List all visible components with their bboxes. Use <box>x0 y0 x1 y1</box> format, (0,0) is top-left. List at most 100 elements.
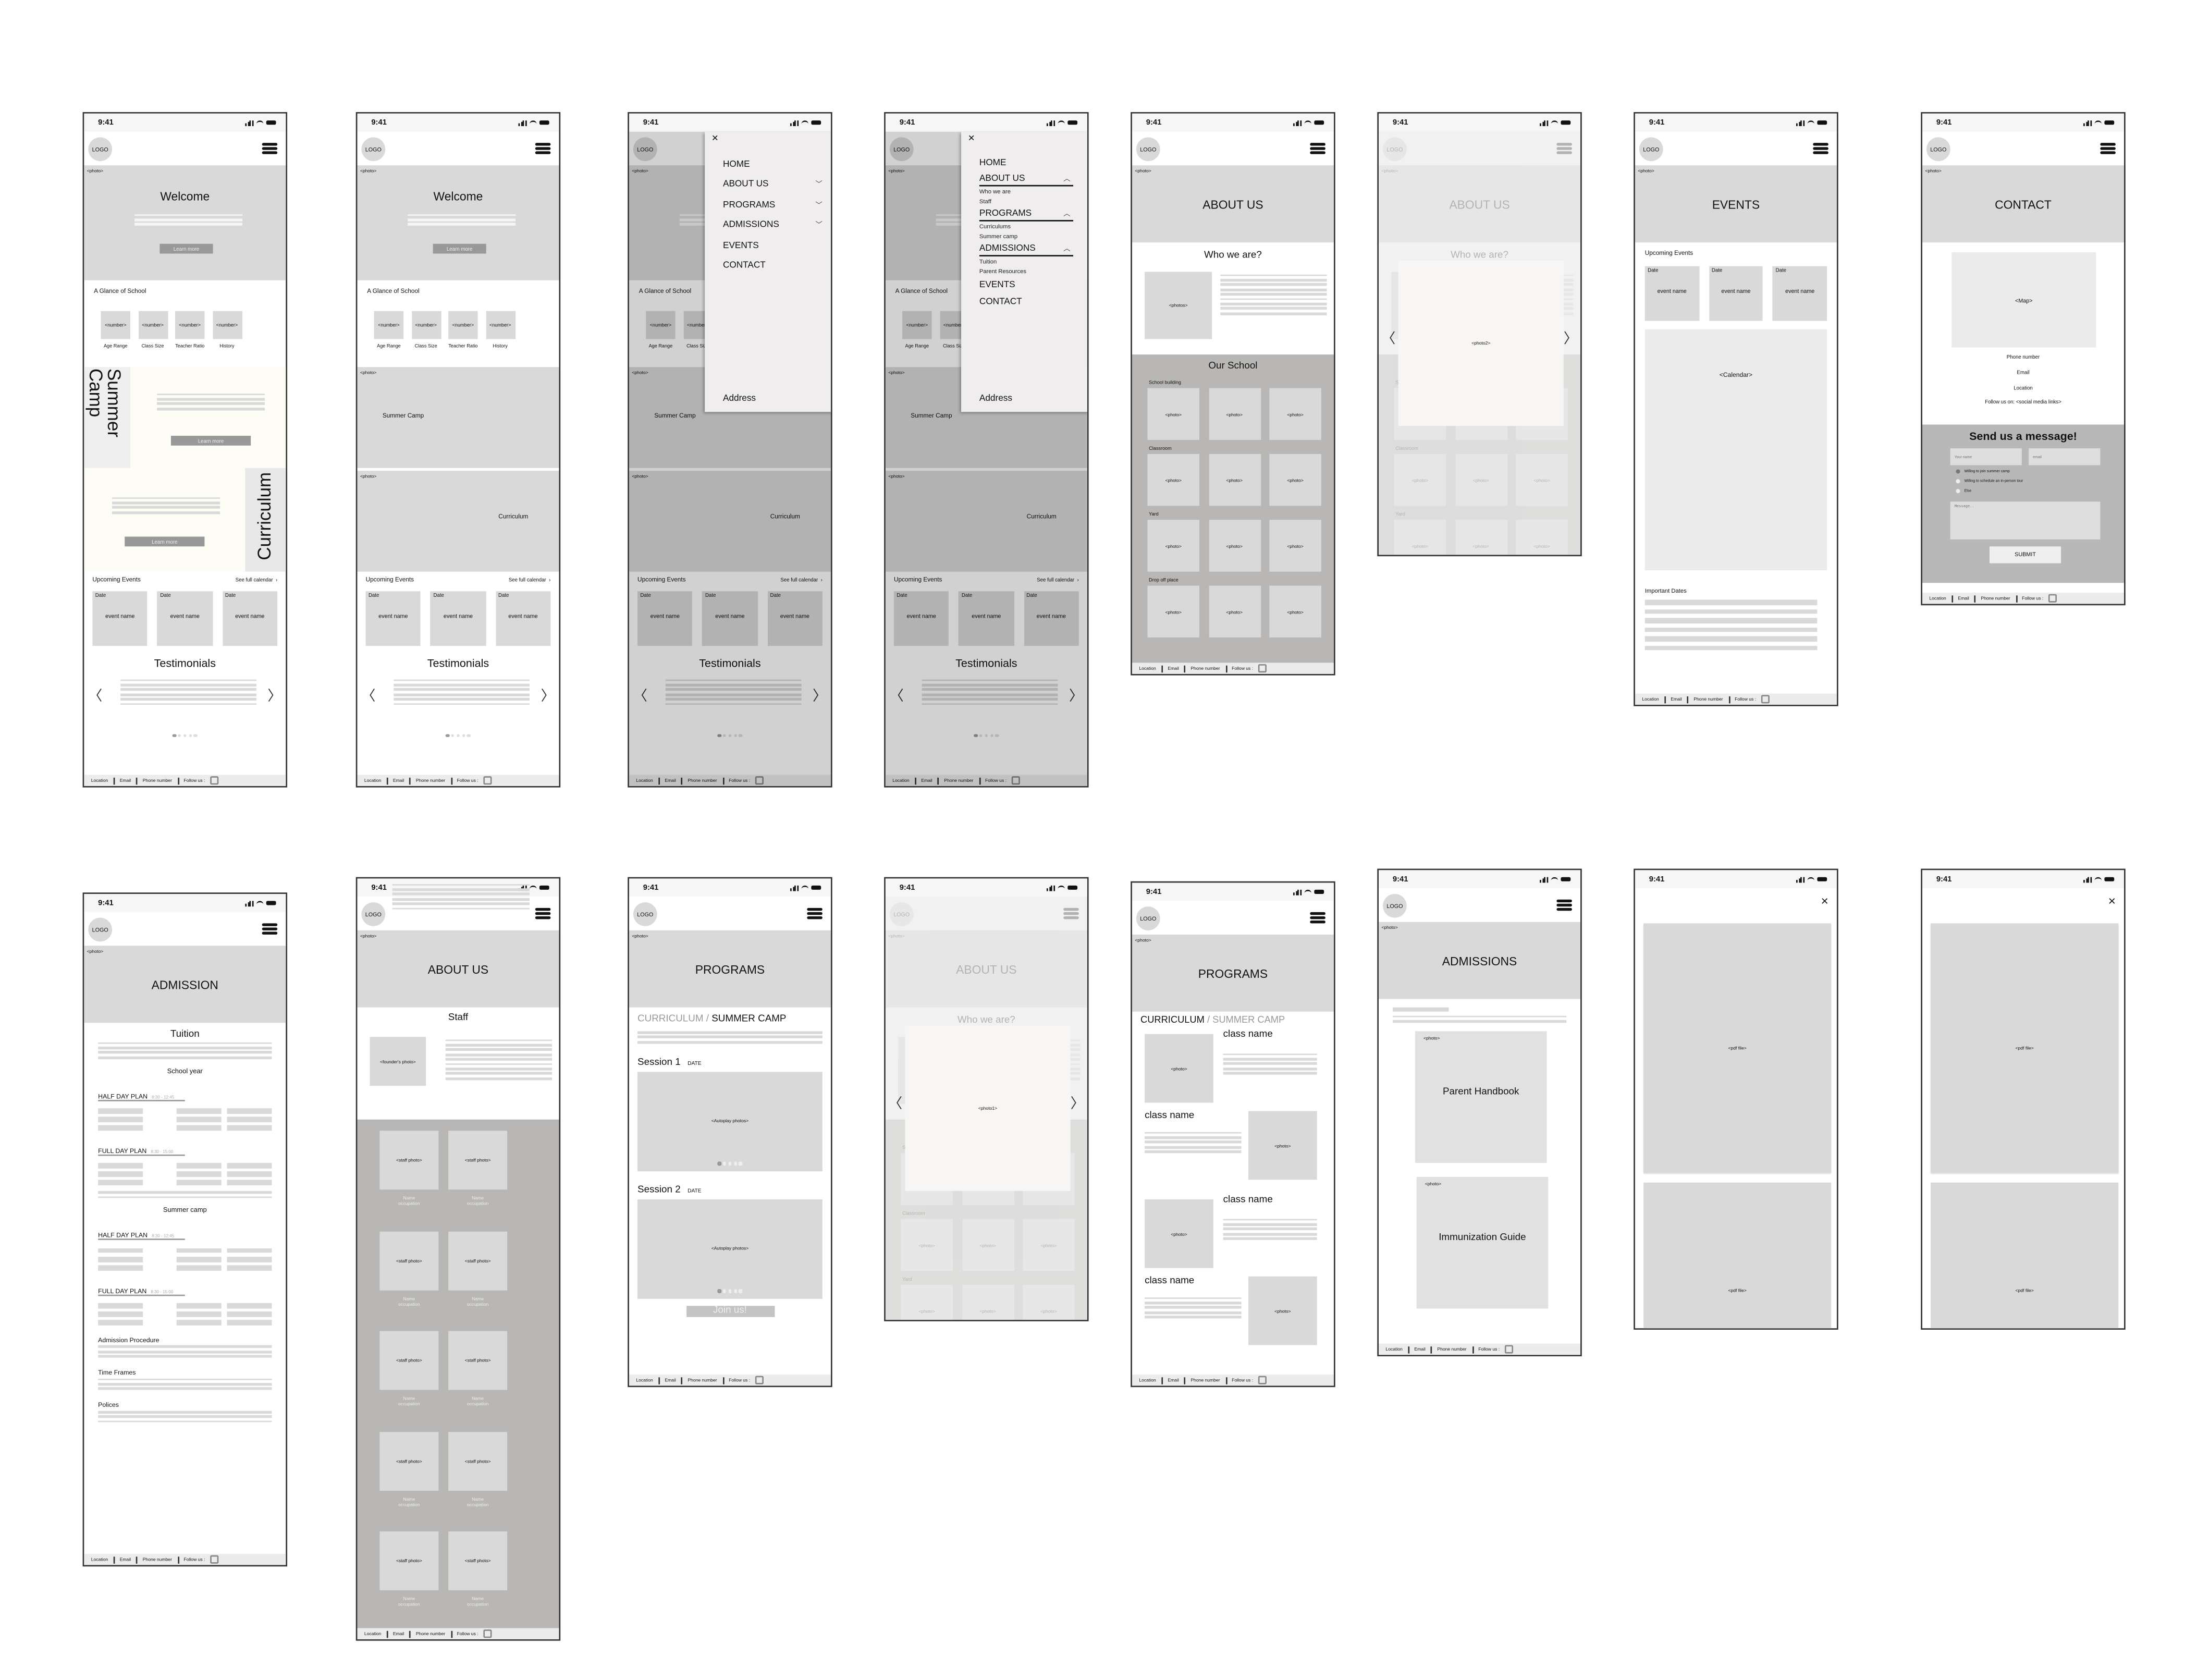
tab-curriculum[interactable]: CURRICULUM <box>1140 1016 1205 1026</box>
hamburger-menu-icon[interactable] <box>262 143 278 154</box>
pdf-page[interactable]: <pdf file> <box>1643 923 1832 1173</box>
radio-option[interactable]: Willing to schedule an in-person tour <box>1956 479 2023 484</box>
footer-email[interactable]: Email <box>1958 595 1969 601</box>
instagram-icon[interactable] <box>1505 1345 1513 1353</box>
see-full-calendar-link[interactable]: See full calendar › <box>236 577 278 583</box>
tab-curriculum[interactable]: CURRICULUM <box>637 1014 704 1024</box>
footer-location[interactable]: Location <box>1139 1377 1156 1383</box>
logo[interactable]: LOGO <box>633 901 657 926</box>
autoplay-carousel[interactable]: <Autoplay photos> <box>637 1198 823 1298</box>
staff-photo[interactable]: <staff photo> <box>379 1331 439 1390</box>
staff-photo[interactable]: <staff photo> <box>448 1431 508 1490</box>
footer-location[interactable]: Location <box>1929 595 1946 601</box>
curriculum-label[interactable]: Curriculum <box>498 513 528 520</box>
footer-email[interactable]: Email <box>665 1377 676 1383</box>
gallery-photo[interactable]: <photo> <box>1269 388 1321 440</box>
staff-photo[interactable]: <staff photo> <box>448 1131 508 1190</box>
staff-photo[interactable]: <staff photo> <box>379 1231 439 1290</box>
submenu-item[interactable]: Summer camp <box>979 231 1087 241</box>
radio-option[interactable]: Willing to join summer camp <box>1956 469 2010 474</box>
menu-item-home[interactable]: HOME <box>979 154 1087 171</box>
hamburger-menu-icon[interactable] <box>2100 143 2116 154</box>
logo[interactable]: LOGO <box>1136 137 1160 161</box>
gallery-photo[interactable]: <photo> <box>1208 585 1260 638</box>
footer-email[interactable]: Email <box>120 1556 131 1562</box>
submenu-item[interactable]: Curriculums <box>979 222 1087 231</box>
gallery-photo[interactable]: <photo> <box>1208 520 1260 572</box>
submenu-item[interactable]: Parent Resources <box>979 266 1087 276</box>
footer-phone[interactable]: Phone number <box>416 1631 445 1637</box>
chevron-right-icon[interactable]: 〉 <box>541 684 555 705</box>
autoplay-carousel[interactable]: <Autoplay photos> <box>637 1071 823 1171</box>
chevron-right-icon[interactable]: 〉 <box>1564 326 1578 348</box>
hamburger-menu-icon[interactable] <box>535 143 551 154</box>
event-card[interactable]: Date event name <box>495 591 551 646</box>
gallery-photo[interactable]: <photo> <box>1147 388 1199 440</box>
footer-location[interactable]: Location <box>1139 666 1156 671</box>
menu-item-admissions[interactable]: ADMISSIONS ﹀ <box>723 215 831 236</box>
instagram-icon[interactable] <box>484 1629 492 1638</box>
instagram-icon[interactable] <box>1258 1376 1267 1384</box>
logo[interactable]: LOGO <box>1639 137 1663 161</box>
gallery-photo[interactable]: <photo> <box>1269 585 1321 638</box>
instagram-icon[interactable] <box>1761 695 1770 703</box>
learn-more-button[interactable]: Learn more <box>170 435 251 446</box>
footer-location[interactable]: Location <box>1642 696 1659 702</box>
staff-photo[interactable]: <staff photo> <box>379 1131 439 1190</box>
logo[interactable]: LOGO <box>361 901 386 926</box>
footer-email[interactable]: Email <box>120 778 131 783</box>
staff-photo[interactable]: <staff photo> <box>379 1431 439 1490</box>
hamburger-menu-icon[interactable] <box>1310 912 1325 924</box>
pdf-page[interactable]: <pdf file> <box>1931 1182 2119 1329</box>
gallery-photo[interactable]: <photo> <box>1269 520 1321 572</box>
logo[interactable]: LOGO <box>361 137 386 161</box>
menu-item-contact[interactable]: CONTACT <box>979 293 1087 310</box>
chevron-right-icon[interactable]: 〉 <box>1071 1092 1085 1113</box>
instagram-icon[interactable] <box>1258 664 1267 672</box>
event-card[interactable]: Date event name <box>1773 266 1827 321</box>
chevron-left-icon[interactable]: 〈 <box>362 684 376 705</box>
close-icon[interactable]: × <box>968 132 975 144</box>
learn-more-button[interactable]: Learn more <box>433 243 486 254</box>
menu-item-programs[interactable]: PROGRAMS ﹀ <box>723 195 831 215</box>
event-card[interactable]: Date event name <box>1709 266 1763 321</box>
email-input[interactable] <box>2029 448 2101 465</box>
learn-more-button[interactable]: Learn more <box>125 536 205 547</box>
staff-photo[interactable]: <staff photo> <box>448 1331 508 1390</box>
chevron-right-icon[interactable]: 〉 <box>267 684 281 705</box>
event-card[interactable]: Date event name <box>365 591 421 646</box>
pdf-page[interactable]: <pdf file> <box>1931 923 2119 1173</box>
hamburger-menu-icon[interactable] <box>1813 143 1828 154</box>
logo[interactable]: LOGO <box>1136 905 1160 930</box>
footer-email[interactable]: Email <box>1168 666 1179 671</box>
join-us-button[interactable]: Join us! <box>685 1305 775 1317</box>
logo[interactable]: LOGO <box>1926 137 1950 161</box>
radio-option[interactable]: Else <box>1956 489 1971 494</box>
hamburger-menu-icon[interactable] <box>1556 899 1572 911</box>
summer-camp-label[interactable]: Summer Camp <box>383 412 424 419</box>
footer-location[interactable]: Location <box>636 1377 653 1383</box>
footer-phone[interactable]: Phone number <box>416 778 445 783</box>
chevron-left-icon[interactable]: 〈 <box>88 684 102 705</box>
instagram-icon[interactable] <box>211 776 218 784</box>
logo[interactable]: LOGO <box>1383 893 1407 917</box>
parent-handbook-card[interactable]: <photo> Parent Handbook <box>1415 1031 1547 1163</box>
close-icon[interactable]: × <box>1821 894 1828 908</box>
footer-email[interactable]: Email <box>393 778 404 783</box>
footer-phone[interactable]: Phone number <box>1190 1377 1220 1383</box>
footer-location[interactable]: Location <box>364 778 381 783</box>
chevron-left-icon[interactable]: 〈 <box>1381 326 1395 348</box>
footer-phone[interactable]: Phone number <box>688 1377 717 1383</box>
carousel-dots[interactable] <box>84 734 286 738</box>
footer-email[interactable]: Email <box>1168 1377 1179 1383</box>
hamburger-menu-icon[interactable] <box>1310 143 1325 154</box>
menu-item-about-us[interactable]: ABOUT US ﹀ <box>723 175 831 195</box>
submenu-item[interactable]: Tuition <box>979 256 1087 266</box>
name-input[interactable] <box>1950 448 2022 465</box>
instagram-icon[interactable] <box>755 1376 764 1384</box>
gallery-photo[interactable]: <photo> <box>1269 453 1321 506</box>
tab-summer-camp[interactable]: SUMMER CAMP <box>1212 1016 1285 1026</box>
event-card[interactable]: Date event name <box>431 591 486 646</box>
hamburger-menu-icon[interactable] <box>807 908 823 919</box>
gallery-photo[interactable]: <photo> <box>1208 453 1260 506</box>
